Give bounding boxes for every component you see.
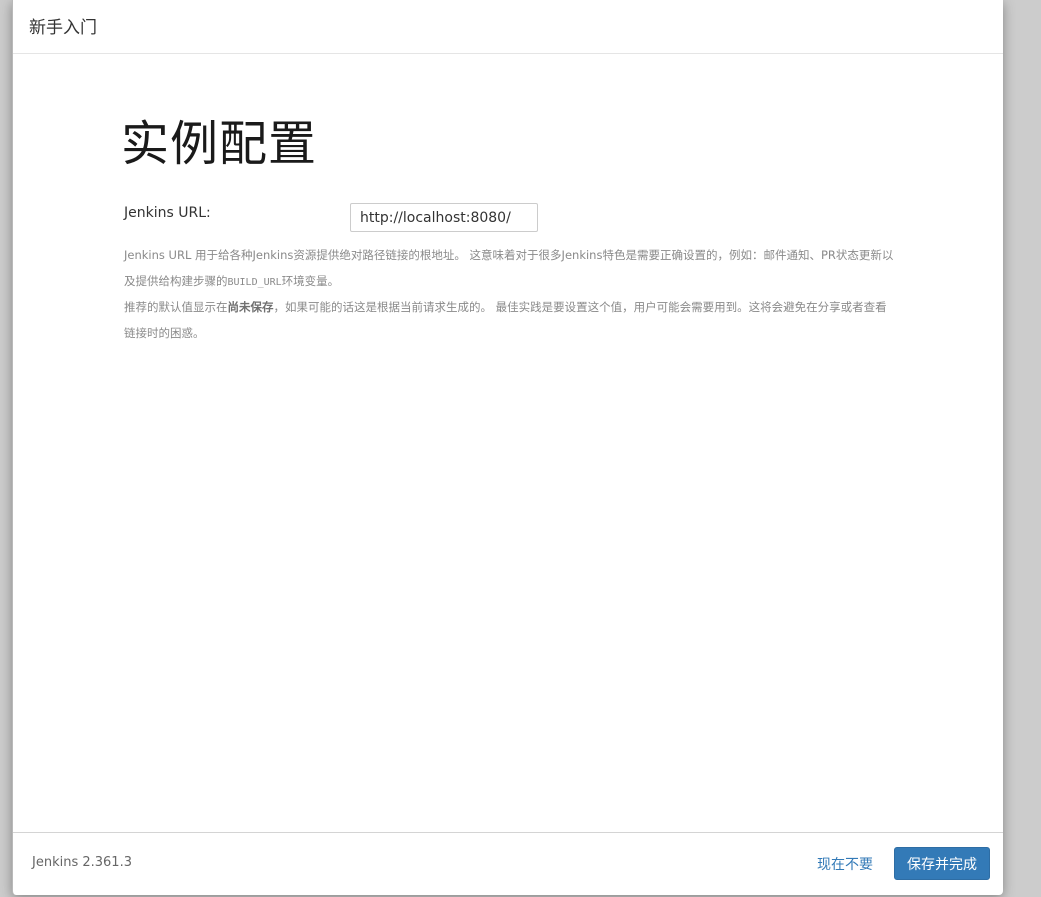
help-paragraph-1: Jenkins URL 用于给各种Jenkins资源提供绝对路径链接的根地址。 … bbox=[124, 243, 896, 295]
help-text-2a: 推荐的默认值显示在 bbox=[124, 300, 228, 314]
save-and-finish-button[interactable]: 保存并完成 bbox=[894, 847, 990, 880]
dialog-header: 新手入门 bbox=[13, 0, 1003, 54]
page-title: 实例配置 bbox=[121, 116, 318, 172]
not-saved-emphasis: 尚未保存 bbox=[227, 300, 274, 314]
help-paragraph-2: 推荐的默认值显示在尚未保存，如果可能的话这是根据当前请求生成的。 最佳实践是要设… bbox=[124, 295, 896, 346]
dialog-footer: Jenkins 2.361.3 现在不要 保存并完成 bbox=[13, 832, 1003, 895]
build-url-code: BUILD_URL bbox=[227, 276, 282, 288]
dialog-title: 新手入门 bbox=[29, 18, 97, 38]
jenkins-url-input[interactable] bbox=[350, 203, 538, 232]
skip-link[interactable]: 现在不要 bbox=[817, 854, 873, 874]
jenkins-url-help: Jenkins URL 用于给各种Jenkins资源提供绝对路径链接的根地址。 … bbox=[124, 243, 896, 346]
jenkins-version: Jenkins 2.361.3 bbox=[32, 855, 132, 870]
jenkins-url-label: Jenkins URL: bbox=[124, 205, 211, 221]
dialog-body: 实例配置 Jenkins URL: Jenkins URL 用于给各种Jenki… bbox=[13, 54, 1003, 832]
help-text-1b: 环境变量。 bbox=[281, 273, 340, 288]
setup-wizard-dialog: 新手入门 实例配置 Jenkins URL: Jenkins URL 用于给各种… bbox=[12, 0, 1003, 895]
